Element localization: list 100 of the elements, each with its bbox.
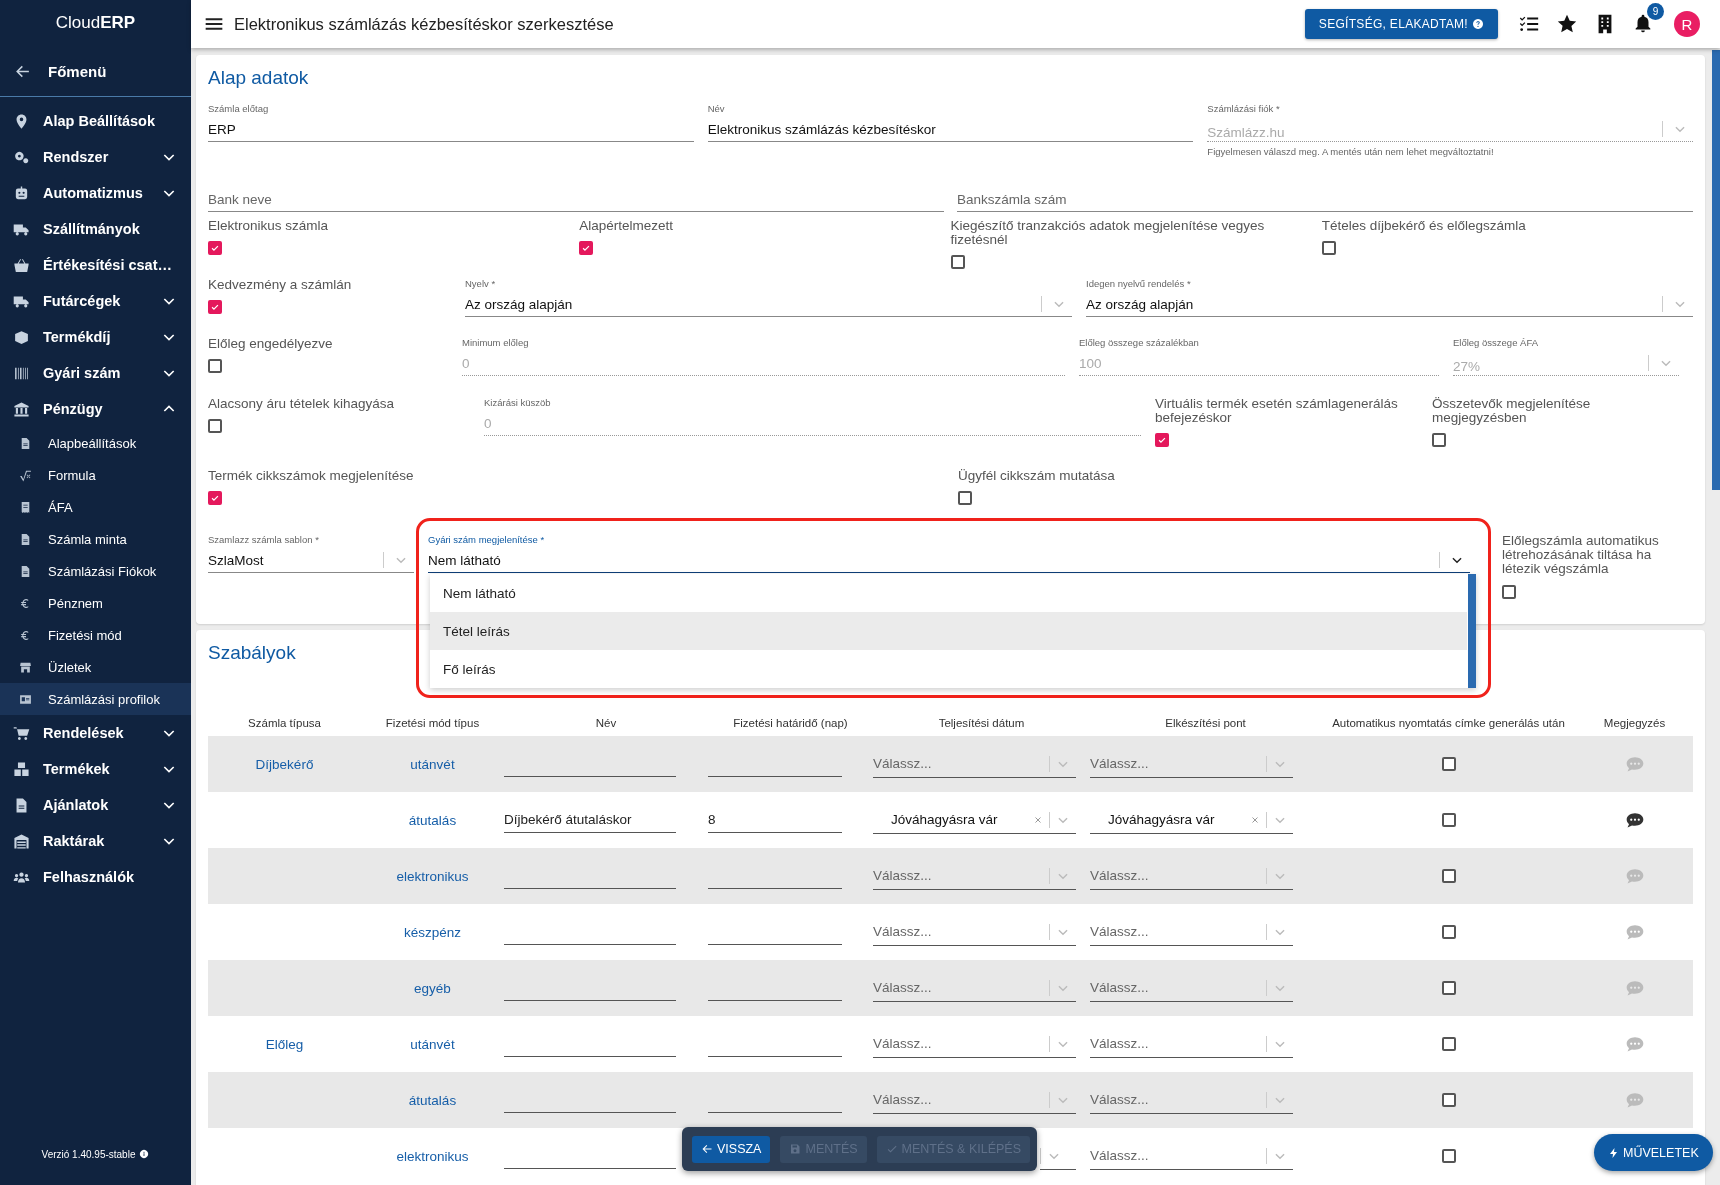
sidebar-subitem[interactable]: Formula (0, 459, 191, 491)
sidebar-item[interactable]: Futárcégek (0, 283, 191, 319)
receipt-icon (19, 500, 32, 514)
toolbar-button[interactable]: VISSZA (692, 1135, 771, 1163)
checkbox[interactable] (950, 255, 965, 270)
document-icon (19, 436, 32, 450)
select-field[interactable]: Válassz... (1090, 974, 1293, 1002)
user-avatar[interactable]: R (1674, 11, 1700, 37)
warehouse-icon (13, 832, 30, 850)
checkbox[interactable] (1321, 241, 1336, 256)
field-label: Nyelv * (465, 278, 497, 291)
checkbox[interactable] (1441, 1037, 1456, 1051)
payment-type-link[interactable]: készpénz (403, 924, 461, 940)
select-field[interactable]: Jóváhagyásra vár (1090, 806, 1293, 834)
select-field[interactable]: SzlaMost (208, 548, 414, 573)
checkbox[interactable] (1432, 433, 1446, 448)
checkbox[interactable] (208, 241, 222, 256)
sidebar-item[interactable]: Raktárak (0, 823, 191, 859)
payment-type-link[interactable]: átutalás (408, 812, 457, 828)
checkbox[interactable] (579, 241, 594, 256)
input-field[interactable]: Elektronikus számlázás kézbesítéskor (707, 117, 1194, 142)
checkbox-label: Kiegészítő tranzakciós adatok megjelenítése vegyes fizetésnél (950, 219, 1266, 248)
sidebar-item[interactable]: Rendszer (0, 139, 191, 175)
sidebar-item[interactable]: Termékek (0, 751, 191, 787)
sidebar-item[interactable]: Alap Beállítások (0, 103, 191, 139)
sidebar-subitem[interactable]: Alapbeállítások (0, 427, 191, 459)
section-title: Szabályok (208, 641, 296, 665)
sidebar-subitem[interactable]: Számlázási Fiókok (0, 555, 191, 587)
sidebar-subitem[interactable]: Számlázási profilok (0, 683, 191, 715)
select-field[interactable]: Jóváhagyásra vár (873, 806, 1076, 834)
operations-button[interactable]: MŰVELETEK (1594, 1134, 1713, 1171)
select-field[interactable]: Válassz... (1090, 1086, 1293, 1114)
select-placeholder: Válassz... (1090, 868, 1150, 883)
sidebar-item[interactable]: Pénzügy (0, 391, 191, 427)
select-field[interactable]: Válassz... (1090, 862, 1293, 890)
checkbox[interactable] (1155, 433, 1169, 448)
sidebar-item[interactable]: Szállítmányok (0, 211, 191, 247)
comment-icon[interactable] (1624, 810, 1645, 830)
dropdown-option[interactable]: Fő leírás (430, 650, 1467, 688)
payment-type-link[interactable]: elektronikus (396, 868, 469, 884)
input-field[interactable]: Bank neve (208, 187, 944, 212)
checkbox[interactable] (208, 359, 222, 374)
checkbox[interactable] (1441, 1149, 1456, 1163)
scrollbar[interactable] (1712, 50, 1720, 490)
select-field[interactable]: Válassz... (1090, 1030, 1293, 1058)
select-field[interactable]: Válassz... (873, 862, 1076, 890)
select-field[interactable]: Válassz... (873, 974, 1076, 1002)
select-field[interactable]: Válassz... (873, 918, 1076, 946)
select-field[interactable]: Válassz... (873, 1030, 1076, 1058)
help-button[interactable]: SEGÍTSÉG, ELAKADTAM! (1304, 9, 1498, 39)
back-link[interactable]: Főmenü (0, 46, 191, 97)
select-field[interactable]: Válassz... (1090, 918, 1293, 946)
checkbox[interactable] (958, 491, 972, 506)
input-field[interactable]: 8 (708, 807, 842, 833)
input-field[interactable]: Díjbekérő átutaláskor (504, 807, 676, 833)
checkbox[interactable] (1441, 1093, 1456, 1107)
sidebar-item[interactable]: Termékdíj (0, 319, 191, 355)
clear-icon[interactable] (1250, 814, 1260, 825)
invoice-type-link[interactable]: Díjbekérő (255, 756, 314, 772)
checkbox[interactable] (208, 300, 222, 315)
sidebar-item[interactable]: Rendelések (0, 715, 191, 751)
checkbox-label: Elektronikus számla (208, 219, 330, 234)
sidebar-item[interactable]: Ajánlatok (0, 787, 191, 823)
dropdown-option[interactable]: Tétel leírás (430, 612, 1467, 650)
clear-icon[interactable] (1033, 814, 1043, 825)
sidebar-item[interactable]: Értékesítési csat… (0, 247, 191, 283)
payment-type-link[interactable]: átutalás (408, 1092, 457, 1108)
input-field[interactable]: Bankszámla szám (957, 187, 1693, 212)
sidebar-item[interactable]: Automatizmus (0, 175, 191, 211)
payment-type-link[interactable]: utánvét (410, 1036, 455, 1052)
select-field[interactable]: Válassz... (873, 750, 1076, 778)
checkbox[interactable] (1441, 869, 1456, 883)
select-field[interactable]: Az ország alapján (465, 292, 1072, 317)
checkbox[interactable] (1502, 584, 1516, 599)
select-field[interactable]: Válassz... (873, 1086, 1076, 1114)
checkbox[interactable] (1441, 981, 1456, 995)
dropdown-option[interactable]: Nem látható (430, 574, 1467, 612)
checkbox[interactable] (208, 491, 222, 506)
checkbox[interactable] (208, 419, 222, 434)
payment-type-link[interactable]: elektronikus (396, 1148, 469, 1164)
select-field[interactable]: Az ország alapján (1086, 292, 1693, 317)
sidebar-subitem[interactable]: Üzletek (0, 651, 191, 683)
input-field[interactable]: ERP (208, 117, 694, 142)
payment-type-link[interactable]: utánvét (410, 756, 455, 772)
sidebar-item[interactable]: Felhasználók (0, 859, 191, 895)
sidebar-subitem[interactable]: ÁFA (0, 491, 191, 523)
checkbox[interactable] (1441, 813, 1456, 827)
scrollbar[interactable] (1468, 574, 1476, 688)
select-field[interactable]: Válassz... (1090, 1142, 1293, 1170)
invoice-type-link[interactable]: Előleg (265, 1036, 304, 1052)
sidebar-subitem[interactable]: Pénznem (0, 587, 191, 619)
payment-type-link[interactable]: egyéb (414, 980, 451, 996)
checkbox[interactable] (1441, 757, 1456, 771)
sidebar-item[interactable]: Gyári szám (0, 355, 191, 391)
sidebar-subitem[interactable]: Számla minta (0, 523, 191, 555)
checkbox[interactable] (1441, 925, 1456, 939)
select-field[interactable]: Nem látható (428, 548, 1470, 573)
select-field[interactable]: Válassz... (1090, 750, 1293, 778)
sidebar-subitem[interactable]: Fizetési mód (0, 619, 191, 651)
star-icon[interactable] (1556, 13, 1578, 35)
